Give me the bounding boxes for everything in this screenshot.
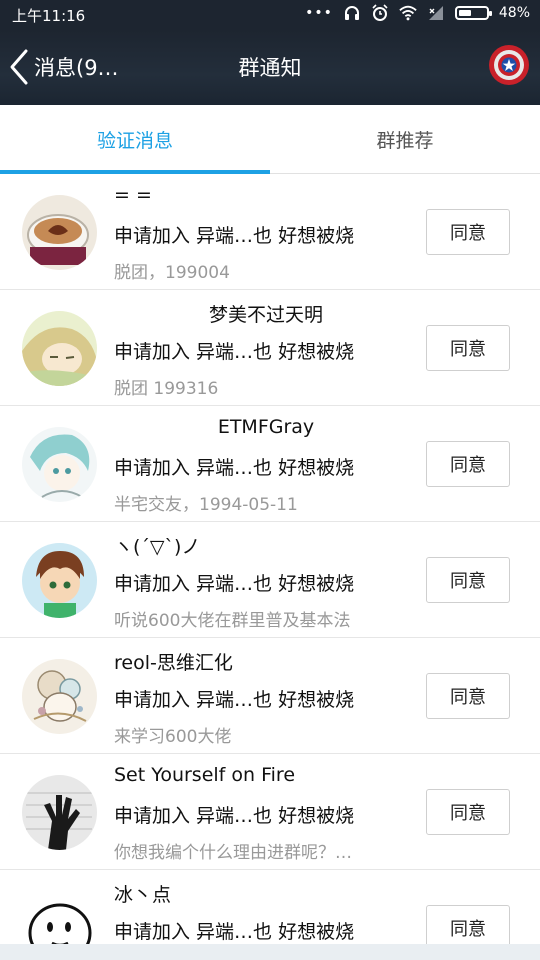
agree-button[interactable]: 同意 [426,789,510,835]
agree-button[interactable]: 同意 [426,209,510,255]
notification-list: = = 申请加入 异端…也 好想被烧 脱团，199004 同意 梦美不过天明 申… [0,174,540,960]
tab-verification[interactable]: 验证消息 [0,105,270,174]
page-title: 群通知 [238,56,302,80]
request-text: 申请加入 异端…也 好想被烧 [114,225,355,247]
request-message: 脱团 199316 [114,379,219,399]
nav-bar: 消息(9… 群通知 [0,30,540,105]
nickname: 梦美不过天明 [208,304,323,326]
avatar[interactable] [22,775,97,850]
tab-group-recommend[interactable]: 群推荐 [270,105,540,173]
nickname: ヽ(´▽`)ノ [114,536,201,558]
tab-bar: 验证消息 群推荐 [0,105,540,174]
request-message: 来学习600大佬 [114,727,232,747]
request-text: 申请加入 异端…也 好想被烧 [114,921,355,943]
request-text: 申请加入 异端…也 好想被烧 [114,573,355,595]
agree-button[interactable]: 同意 [426,557,510,603]
list-item[interactable]: Set Yourself on Fire 申请加入 异端…也 好想被烧 你想我编… [0,754,540,870]
nickname: reol-思维汇化 [114,652,233,674]
request-message: 半宅交友，1994-05-11 [114,495,298,515]
wifi-icon [399,5,417,21]
nickname: = = [114,184,152,206]
avatar[interactable] [22,311,97,386]
list-item[interactable]: ヽ(´▽`)ノ 申请加入 异端…也 好想被烧 听说600大佬在群里普及基本法 同… [0,522,540,638]
alarm-icon [372,4,388,21]
avatar[interactable] [22,195,97,270]
tab-label: 群推荐 [376,129,434,152]
request-text: 申请加入 异端…也 好想被烧 [114,805,355,827]
agree-button[interactable]: 同意 [426,673,510,719]
list-item[interactable]: = = 申请加入 异端…也 好想被烧 脱团，199004 同意 [0,174,540,290]
nickname: 冰丶点 [114,884,172,906]
request-text: 申请加入 异端…也 好想被烧 [114,341,355,363]
request-message: 你想我编个什么理由进群呢？… [114,843,352,863]
headphones-icon [344,6,359,20]
tab-label: 验证消息 [96,129,173,152]
status-bar: 上午11:16 ••• 48% [0,0,540,30]
signal-icon [428,6,443,20]
request-message: 听说600大佬在群里普及基本法 [114,611,351,631]
list-item[interactable]: 梦美不过天明 申请加入 异端…也 好想被烧 脱团 199316 同意 [0,290,540,406]
request-text: 申请加入 异端…也 好想被烧 [114,457,355,479]
avatar[interactable] [22,543,97,618]
battery-percent: 48% [498,5,530,21]
captain-shield-icon[interactable] [488,44,530,86]
more-dots-icon: ••• [305,5,333,21]
bottom-edge [0,944,540,960]
avatar[interactable] [22,427,97,502]
nickname: Set Yourself on Fire [114,764,296,786]
status-time: 上午11:16 [12,7,86,25]
request-message: 脱团，199004 [114,263,230,283]
list-item[interactable]: reol-思维汇化 申请加入 异端…也 好想被烧 来学习600大佬 同意 [0,638,540,754]
list-item[interactable]: ETMFGray 申请加入 异端…也 好想被烧 半宅交友，1994-05-11 … [0,406,540,522]
nickname: ETMFGray [217,416,315,438]
request-text: 申请加入 异端…也 好想被烧 [114,689,355,711]
agree-button[interactable]: 同意 [426,325,510,371]
avatar[interactable] [22,659,97,734]
agree-button[interactable]: 同意 [426,441,510,487]
battery-icon [454,6,492,20]
